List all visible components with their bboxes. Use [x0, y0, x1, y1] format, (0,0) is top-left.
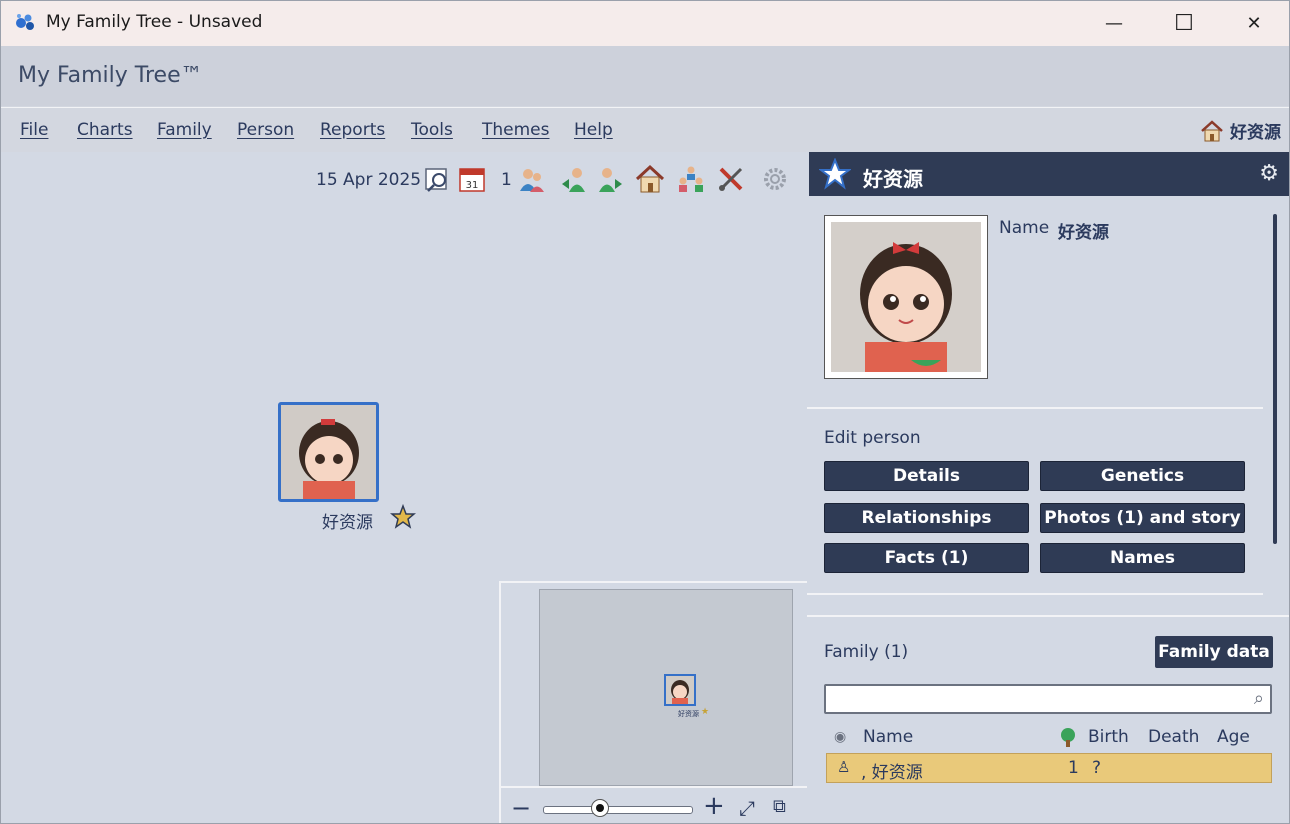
family-data-button[interactable]: Family data: [1155, 636, 1273, 668]
tree-canvas[interactable]: 15 Apr 2025 31 1 好资源 好资源 ★ − + ⤢ ⧉: [1, 152, 809, 823]
row-name: , 好资源: [861, 763, 923, 783]
person-photo: [281, 405, 376, 499]
home-person-name: 好资源: [1230, 123, 1281, 143]
select-all-radio-icon[interactable]: ◉: [834, 729, 846, 745]
menu-tools[interactable]: Tools: [411, 120, 453, 140]
window-title: My Family Tree - Unsaved: [46, 12, 263, 32]
home-person-link[interactable]: 好资源: [1200, 118, 1281, 143]
person-portrait[interactable]: [824, 215, 988, 379]
names-button[interactable]: Names: [1040, 543, 1245, 573]
panel-settings-gear-icon[interactable]: ⚙: [1259, 161, 1279, 186]
person-panel: 好资源 ⚙ Name 好资源 Edit person Details Genet…: [807, 152, 1289, 823]
person-card-photo[interactable]: [278, 402, 379, 502]
minimap-person-photo: [666, 676, 694, 704]
tools-icon[interactable]: [716, 164, 746, 194]
tree-icon: [1061, 728, 1075, 747]
family-heading: Family (1): [824, 642, 909, 662]
minimap-person-name: 好资源: [678, 710, 699, 718]
home-icon: [1201, 119, 1223, 141]
home-icon[interactable]: [635, 164, 665, 194]
menu-help[interactable]: Help: [574, 120, 613, 140]
app-name: My Family Tree™: [18, 63, 203, 88]
menu-person[interactable]: Person: [237, 120, 294, 140]
edit-person-heading: Edit person: [824, 428, 921, 448]
row-birth: 1: [1068, 758, 1079, 778]
menu-bar: File Charts Family Person Reports Tools …: [1, 107, 1289, 153]
facts-button[interactable]: Facts (1): [824, 543, 1029, 573]
row-death: ?: [1092, 758, 1102, 778]
minimize-button[interactable]: —: [1079, 1, 1149, 46]
minimap-person-card: [664, 674, 696, 706]
menu-charts[interactable]: Charts: [77, 120, 133, 140]
minimap-viewport[interactable]: 好资源 ★: [539, 589, 793, 786]
settings-gear-icon[interactable]: [760, 164, 790, 194]
star-icon: [819, 158, 851, 190]
divider: [807, 615, 1289, 617]
calendar-icon[interactable]: 31: [457, 164, 487, 194]
app-window: My Family Tree - Unsaved — ☐ ✕ My Family…: [0, 0, 1290, 824]
column-header-age[interactable]: Age: [1217, 727, 1250, 747]
column-header-name[interactable]: Name: [863, 727, 913, 747]
divider: [807, 407, 1263, 409]
details-button[interactable]: Details: [824, 461, 1029, 491]
zoom-slider-handle[interactable]: [591, 799, 610, 817]
menu-family[interactable]: Family: [157, 120, 212, 140]
menu-reports[interactable]: Reports: [320, 120, 385, 140]
panel-header: 好资源 ⚙: [809, 152, 1289, 196]
name-field-value: 好资源: [1058, 223, 1109, 243]
zoom-controls: − + ⤢ ⧉: [501, 786, 807, 823]
close-button[interactable]: ✕: [1219, 1, 1289, 46]
app-logo-icon: [16, 14, 34, 30]
people-count: 1: [501, 170, 512, 190]
photos-and-story-button[interactable]: Photos (1) and story: [1040, 503, 1245, 533]
person-row-icon: ♙: [837, 758, 851, 776]
home-person-star-icon: [390, 504, 416, 529]
zoom-in-icon[interactable]: +: [703, 791, 725, 821]
zoom-out-icon[interactable]: −: [511, 794, 531, 822]
current-date: 15 Apr 2025: [316, 170, 422, 190]
next-person-icon[interactable]: [594, 164, 624, 194]
app-header: My Family Tree™: [1, 46, 1289, 106]
genetics-button[interactable]: Genetics: [1040, 461, 1245, 491]
panel-scrollbar[interactable]: [1273, 214, 1277, 544]
person-name-label[interactable]: 好资源: [322, 508, 373, 533]
table-row[interactable]: ♙ , 好资源 1 ?: [826, 753, 1272, 783]
fit-to-screen-icon[interactable]: ⧉: [773, 796, 786, 817]
people-icon[interactable]: [517, 164, 547, 194]
minimap-panel[interactable]: 好资源 ★ − + ⤢ ⧉: [499, 581, 809, 823]
column-header-birth[interactable]: Birth: [1088, 727, 1129, 747]
minimap-star-icon: ★: [701, 707, 710, 717]
relationships-button[interactable]: Relationships: [824, 503, 1029, 533]
maximize-button[interactable]: ☐: [1149, 1, 1219, 46]
family-group-icon[interactable]: [676, 164, 706, 194]
search-icon[interactable]: ⌕: [1254, 688, 1264, 709]
expand-icon[interactable]: ⤢: [739, 796, 755, 820]
portrait-photo: [831, 222, 981, 372]
divider: [807, 593, 1263, 595]
svg-text:31: 31: [466, 180, 479, 191]
menu-file[interactable]: File: [20, 120, 48, 140]
panel-person-name: 好资源: [863, 167, 923, 191]
column-header-death[interactable]: Death: [1148, 727, 1199, 747]
date-search-icon[interactable]: [423, 164, 453, 194]
menu-themes[interactable]: Themes: [482, 120, 550, 140]
name-field-label: Name: [999, 218, 1050, 238]
zoom-slider[interactable]: [543, 806, 693, 814]
previous-person-icon[interactable]: [560, 164, 590, 194]
title-bar: My Family Tree - Unsaved — ☐ ✕: [1, 1, 1289, 46]
family-search-input[interactable]: ⌕: [824, 684, 1272, 714]
